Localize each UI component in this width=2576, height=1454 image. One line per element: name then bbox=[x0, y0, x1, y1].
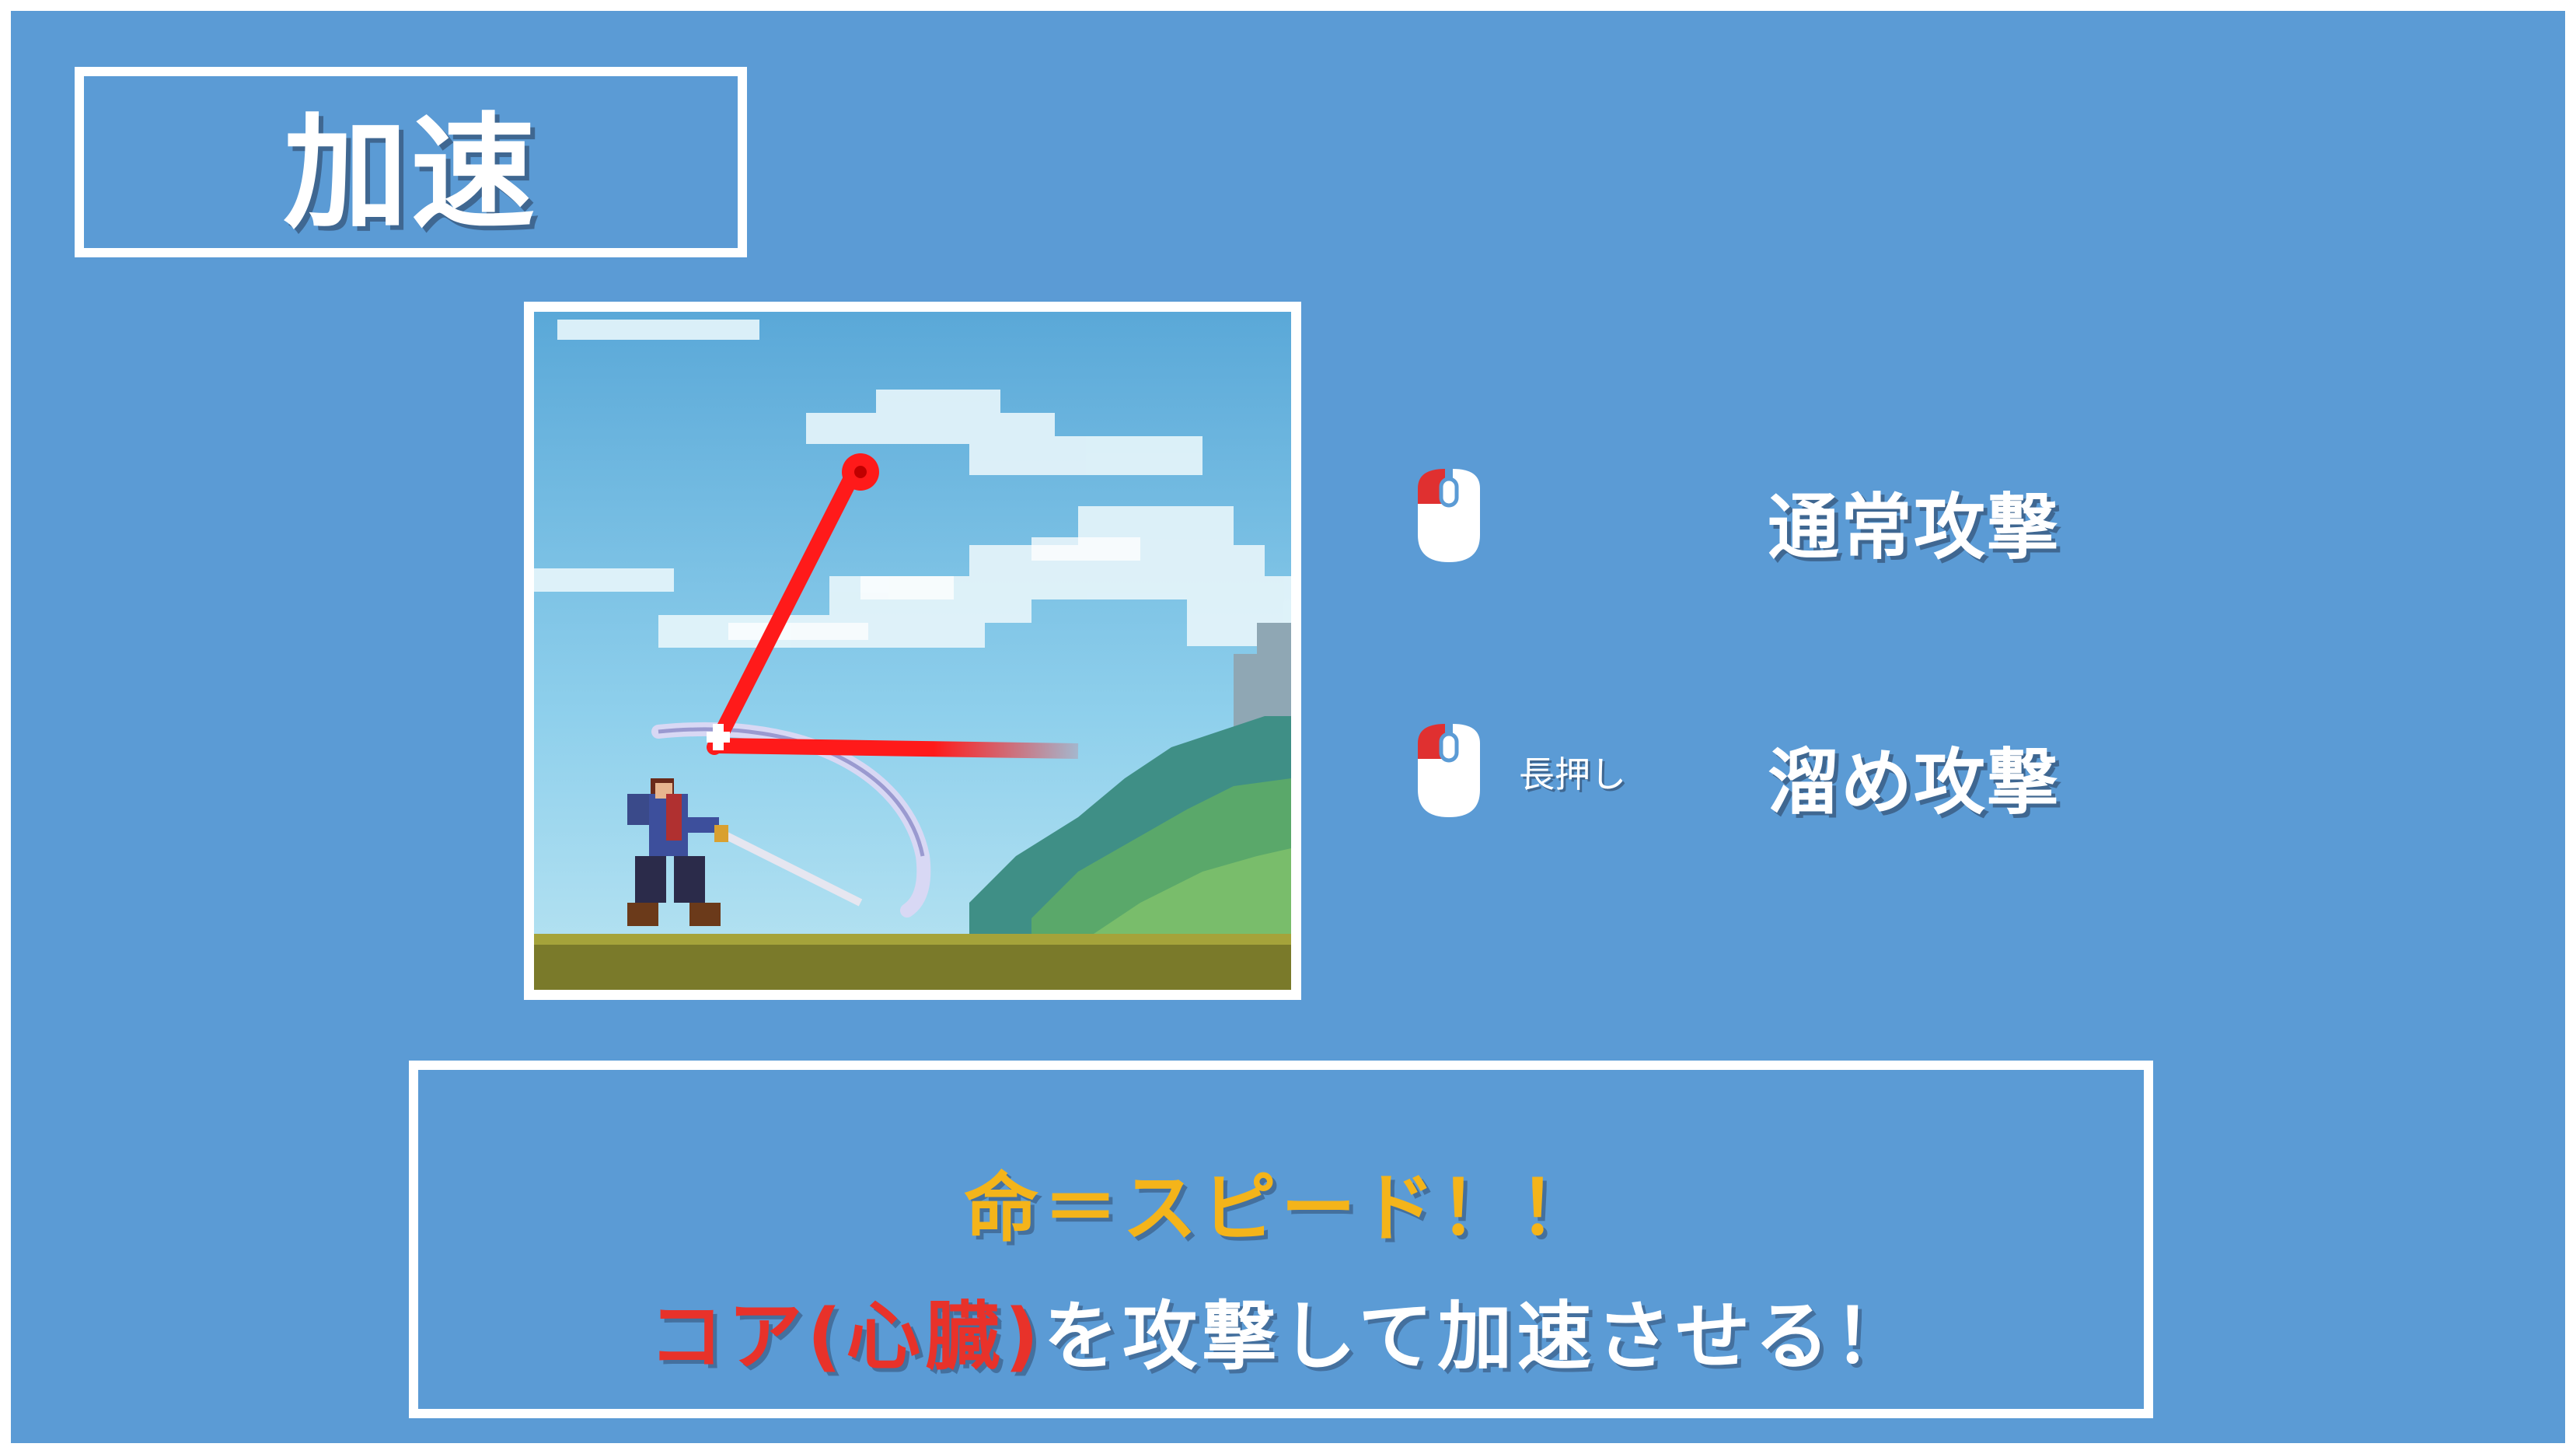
control-normal-attack: 通常攻撃 bbox=[1410, 465, 2110, 574]
hold-label: 長押し bbox=[1519, 753, 1626, 795]
hint-core-highlight: コア(心臓) bbox=[648, 1293, 1044, 1380]
action-label: 溜め攻撃 bbox=[1768, 741, 2061, 824]
gameplay-preview bbox=[524, 302, 1301, 1000]
left-mouse-button-icon bbox=[1418, 469, 1480, 562]
aim-line-horizontal bbox=[716, 738, 1079, 759]
left-mouse-button-icon bbox=[1418, 724, 1480, 817]
tutorial-panel: 加速 通常攻撃 長押し 溜め攻撃 命＝スピード！！ コア(心臓)を攻撃して加速さ… bbox=[11, 11, 2565, 1443]
hint-instruction: コア(心臓)を攻撃して加速させる！ bbox=[418, 1276, 2144, 1384]
grass-edge bbox=[534, 934, 1291, 945]
title-frame: 加速 bbox=[75, 67, 747, 257]
gameplay-scene bbox=[534, 312, 1291, 990]
hint-instruction-rest: を攻撃して加速させる！ bbox=[1043, 1293, 1914, 1380]
action-label: 通常攻撃 bbox=[1768, 486, 2061, 569]
hint-frame: 命＝スピード！！ コア(心臓)を攻撃して加速させる！ bbox=[409, 1061, 2153, 1418]
page-title: 加速 bbox=[283, 100, 539, 246]
control-charge-attack: 長押し 溜め攻撃 bbox=[1410, 720, 2110, 829]
hint-headline: 命＝スピード！！ bbox=[964, 1165, 1598, 1252]
core-target-center bbox=[854, 466, 867, 478]
